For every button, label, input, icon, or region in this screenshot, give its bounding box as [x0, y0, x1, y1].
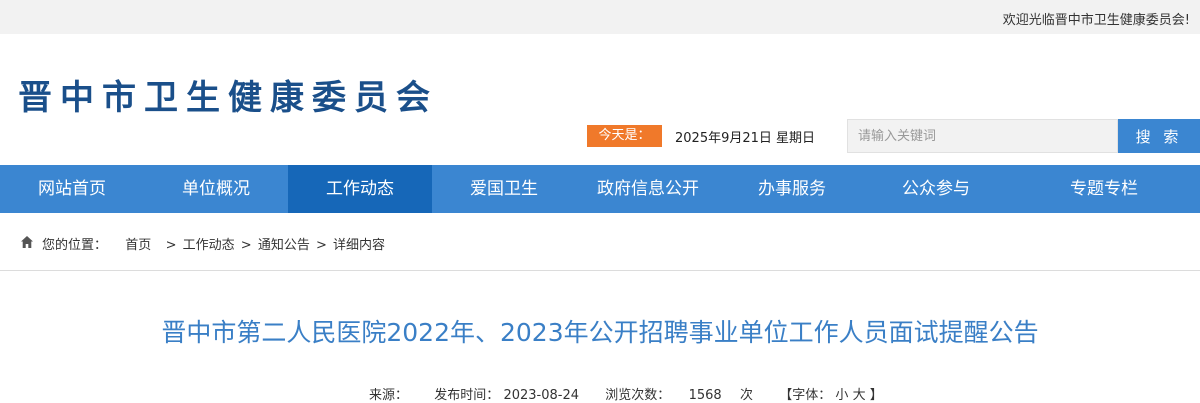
nav-item-services[interactable]: 办事服务 [720, 165, 864, 213]
nav-item-gov-info[interactable]: 政府信息公开 [576, 165, 720, 213]
nav-item-patriotic-health[interactable]: 爱国卫生 [432, 165, 576, 213]
breadcrumb-trail: 您的位置： 首页 > 工作动态 > 通知公告 > 详细内容 [42, 234, 385, 253]
breadcrumb-notices[interactable]: 通知公告 [258, 238, 310, 253]
breadcrumb: 您的位置： 首页 > 工作动态 > 通知公告 > 详细内容 [0, 213, 1200, 271]
site-header: 晋中市卫生健康委员会 今天是： 2025年9月21日 星期日 搜 索 [0, 34, 1200, 165]
nav-item-home[interactable]: 网站首页 [0, 165, 144, 213]
nav-item-overview[interactable]: 单位概况 [144, 165, 288, 213]
font-large-button[interactable]: 大 [853, 384, 866, 403]
breadcrumb-separator: > [316, 238, 327, 253]
search-button[interactable]: 搜 索 [1118, 119, 1200, 153]
article-title: 晋中市第二人民医院2022年、2023年公开招聘事业单位工作人员面试提醒公告 [161, 318, 1039, 347]
nav-item-public-participation[interactable]: 公众参与 [864, 165, 1008, 213]
welcome-text: 欢迎光临晋中市卫生健康委员会! [1002, 13, 1190, 28]
font-size-label: 【字体： [779, 388, 832, 403]
source-label: 来源： [369, 388, 409, 403]
font-size-close: 】 [869, 388, 883, 403]
breadcrumb-work-news[interactable]: 工作动态 [183, 238, 235, 253]
publish-label: 发布时间： [434, 388, 500, 403]
views-count: 1568 [688, 388, 722, 403]
publish-date: 2023-08-24 [503, 388, 580, 403]
main-nav: 网站首页 单位概况 工作动态 爱国卫生 政府信息公开 办事服务 公众参与 专题专… [0, 165, 1200, 213]
breadcrumb-separator: > [240, 238, 252, 253]
top-bar: 欢迎光临晋中市卫生健康委员会! [0, 0, 1200, 34]
home-icon [21, 236, 33, 248]
breadcrumb-separator: > [165, 238, 177, 253]
font-small-button[interactable]: 小 [835, 384, 848, 403]
views-unit: 次 [739, 388, 753, 403]
breadcrumb-current: 详细内容 [333, 238, 386, 253]
nav-item-special-topics[interactable]: 专题专栏 [1008, 165, 1200, 213]
views-label: 浏览次数： [605, 388, 671, 403]
article-meta: 来源： 发布时间： 2023-08-24 浏览次数： 1568 次 【字体： 小… [369, 384, 883, 403]
breadcrumb-home[interactable]: 首页 [125, 238, 151, 253]
search-input[interactable] [847, 119, 1118, 153]
date-value: 2025年9月21日 星期日 [675, 131, 816, 146]
nav-item-work-news[interactable]: 工作动态 [288, 165, 432, 213]
breadcrumb-prefix: 您的位置： [42, 238, 108, 253]
date-label: 今天是： [587, 125, 662, 147]
site-title: 晋中市卫生健康委员会 [18, 78, 438, 118]
